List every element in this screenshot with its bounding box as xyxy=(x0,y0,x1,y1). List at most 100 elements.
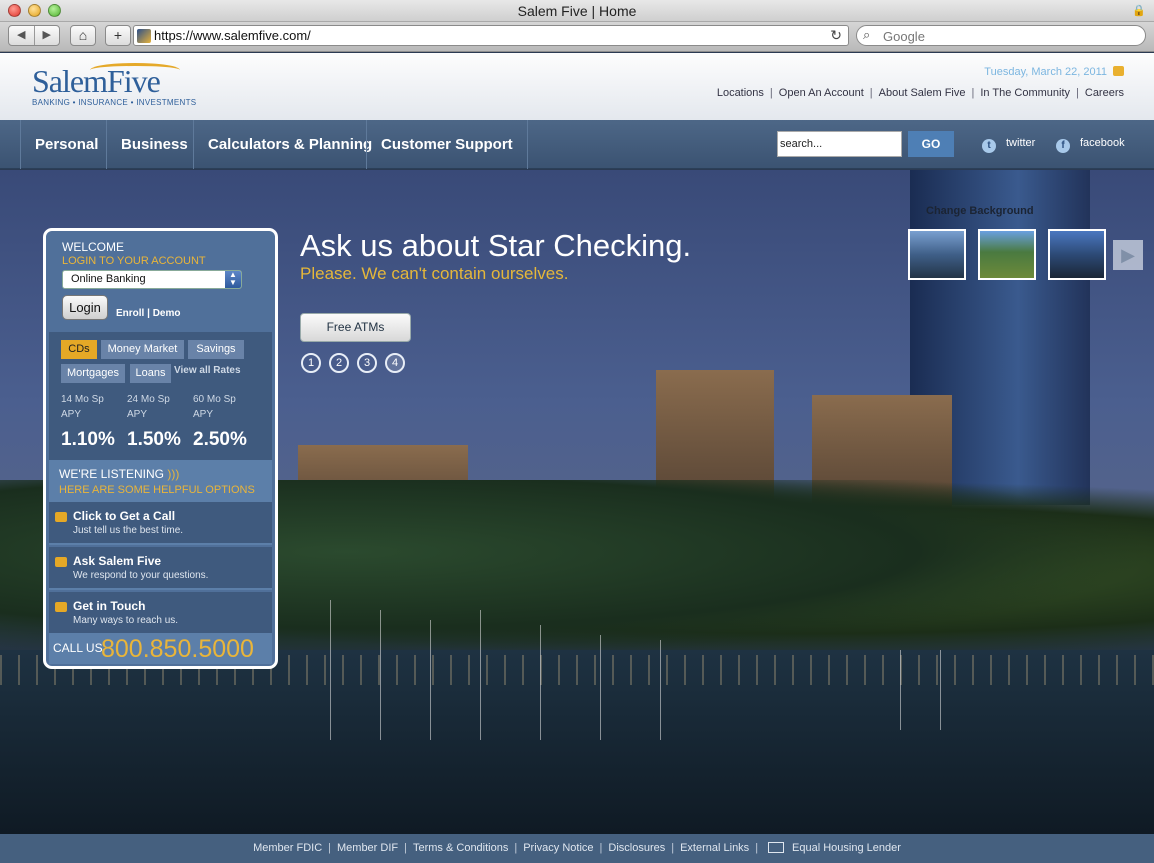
home-button[interactable]: ⌂ xyxy=(70,25,96,46)
footer-links: Member FDIC | Member DIF | Terms & Condi… xyxy=(0,842,1154,854)
twitter-icon: t xyxy=(982,139,996,153)
hero-headline: Ask us about Star Checking. xyxy=(300,228,692,263)
separator: | xyxy=(514,842,518,854)
slide-dot-2[interactable]: 2 xyxy=(329,353,349,373)
rate-value: 1.50% xyxy=(127,429,181,450)
site-header: SalemFive BANKING • INSURANCE • INVESTME… xyxy=(0,53,1154,120)
logo-swoosh-icon xyxy=(90,63,180,77)
rate-tab-loans[interactable]: Loans xyxy=(130,364,171,383)
window-title: Salem Five | Home xyxy=(517,3,637,19)
call-us-label: CALL US xyxy=(53,641,103,655)
boat-mast xyxy=(600,635,601,740)
option-ask-salem-five[interactable]: Ask Salem Five We respond to your questi… xyxy=(49,547,272,590)
background-thumbnail-3[interactable] xyxy=(1048,229,1106,280)
footer-link-privacy[interactable]: Privacy Notice xyxy=(523,842,593,854)
footer-link-external[interactable]: External Links xyxy=(680,842,749,854)
change-background-label: Change Background xyxy=(926,205,1034,217)
option-title: Click to Get a Call xyxy=(73,509,176,523)
boat-mast xyxy=(940,650,941,730)
option-get-in-touch[interactable]: Get in Touch Many ways to reach us. xyxy=(49,592,272,635)
separator: | xyxy=(328,842,331,854)
slide-dot-4[interactable]: 4 xyxy=(385,353,405,373)
welcome-heading: WELCOME xyxy=(62,240,125,254)
footer-link-dif[interactable]: Member DIF xyxy=(337,842,398,854)
background-thumbnail-2[interactable] xyxy=(978,229,1036,280)
twitter-link[interactable]: t twitter xyxy=(982,137,1035,153)
option-title: Get in Touch xyxy=(73,599,146,613)
footer-link-disclosures[interactable]: Disclosures xyxy=(608,842,665,854)
boat-mast xyxy=(900,650,901,730)
url-text: https://www.salemfive.com/ xyxy=(154,28,311,43)
free-atms-button[interactable]: Free ATMs xyxy=(300,313,411,342)
boat-mast xyxy=(540,625,541,740)
rate-type-label: APY xyxy=(193,409,214,420)
next-background-arrow-icon[interactable]: ▶ xyxy=(1113,240,1143,270)
slide-pager: 1 2 3 4 xyxy=(301,353,405,373)
browser-toolbar: ◀ ▶ ⌂ + https://www.salemfive.com/ ↻ ⌕ G… xyxy=(0,22,1154,52)
rates-section: CDs Money Market Savings Mortgages Loans… xyxy=(49,332,272,460)
option-subtitle: Just tell us the best time. xyxy=(73,525,184,536)
equal-housing-icon xyxy=(768,842,785,853)
footer-link-fdic[interactable]: Member FDIC xyxy=(253,842,322,854)
rate-tab-mortgages[interactable]: Mortgages xyxy=(61,364,125,383)
account-type-select[interactable]: Online Banking ▲ ▼ xyxy=(62,270,242,289)
listening-title: WE'RE LISTENING ))) xyxy=(59,467,180,481)
back-button[interactable]: ◀ xyxy=(9,26,35,45)
rate-value: 1.10% xyxy=(61,429,115,450)
enroll-demo-links[interactable]: Enroll | Demo xyxy=(116,308,180,319)
rate-type-label: APY xyxy=(127,409,148,420)
chat-icon xyxy=(55,557,67,567)
boat-mast xyxy=(480,610,481,740)
rate-term-label: 14 Mo Sp xyxy=(61,394,104,405)
nav-calculators[interactable]: Calculators & Planning xyxy=(193,120,386,169)
nav-personal[interactable]: Personal xyxy=(20,120,112,169)
reload-icon[interactable]: ↻ xyxy=(830,27,842,44)
link-community[interactable]: In The Community xyxy=(980,87,1070,99)
facebook-link[interactable]: f facebook xyxy=(1056,137,1125,153)
link-locations[interactable]: Locations xyxy=(717,87,764,99)
login-button[interactable]: Login xyxy=(62,295,108,320)
forward-button[interactable]: ▶ xyxy=(35,26,60,45)
boat-mast xyxy=(430,620,431,740)
link-open-account[interactable]: Open An Account xyxy=(779,87,864,99)
rate-tab-money-market[interactable]: Money Market xyxy=(101,340,184,359)
login-label: LOGIN TO YOUR ACCOUNT xyxy=(62,255,206,267)
twitter-label: twitter xyxy=(1006,137,1036,149)
link-careers[interactable]: Careers xyxy=(1085,87,1124,99)
option-subtitle: Many ways to reach us. xyxy=(73,615,179,626)
address-bar[interactable]: https://www.salemfive.com/ ↻ xyxy=(133,25,849,46)
browser-search-field[interactable]: ⌕ Google xyxy=(856,25,1146,46)
slide-dot-3[interactable]: 3 xyxy=(357,353,377,373)
salem-five-logo[interactable]: SalemFive BANKING • INSURANCE • INVESTME… xyxy=(32,63,196,107)
background-thumbnail-1[interactable] xyxy=(908,229,966,280)
rate-term-label: 24 Mo Sp xyxy=(127,394,170,405)
search-go-button[interactable]: GO xyxy=(908,131,954,157)
footer-link-equal-housing[interactable]: Equal Housing Lender xyxy=(792,842,901,854)
rate-tab-savings[interactable]: Savings xyxy=(188,340,244,359)
main-navigation: Personal Business Calculators & Planning… xyxy=(0,120,1154,169)
link-about[interactable]: About Salem Five xyxy=(879,87,966,99)
option-get-a-call[interactable]: Click to Get a Call Just tell us the bes… xyxy=(49,502,272,545)
rate-tab-cds[interactable]: CDs xyxy=(61,340,97,359)
envelope-icon xyxy=(55,602,67,612)
lock-icon: 🔒 xyxy=(1132,5,1146,17)
separator: | xyxy=(971,87,975,99)
secure-lock-icon xyxy=(1113,66,1124,76)
footer-link-terms[interactable]: Terms & Conditions xyxy=(413,842,508,854)
slide-dot-1[interactable]: 1 xyxy=(301,353,321,373)
listening-section: WE'RE LISTENING ))) HERE ARE SOME HELPFU… xyxy=(49,460,272,502)
add-bookmark-button[interactable]: + xyxy=(105,25,131,46)
site-search-input[interactable]: search... xyxy=(777,131,902,157)
rate-term: 14 Mo Sp APY xyxy=(61,392,104,422)
view-all-rates-link[interactable]: View all Rates xyxy=(174,365,241,376)
option-title: Ask Salem Five xyxy=(73,554,162,568)
nav-customer-support[interactable]: Customer Support xyxy=(366,120,528,169)
history-buttons: ◀ ▶ xyxy=(8,25,60,46)
call-us-bar: CALL US 800.850.5000 xyxy=(49,633,272,664)
option-subtitle: We respond to your questions. xyxy=(73,570,209,581)
hero-subhead: Please. We can't contain ourselves. xyxy=(300,264,569,283)
nav-business[interactable]: Business xyxy=(106,120,202,169)
separator: | xyxy=(404,842,407,854)
phone-number[interactable]: 800.850.5000 xyxy=(101,635,254,664)
separator: | xyxy=(671,842,675,854)
